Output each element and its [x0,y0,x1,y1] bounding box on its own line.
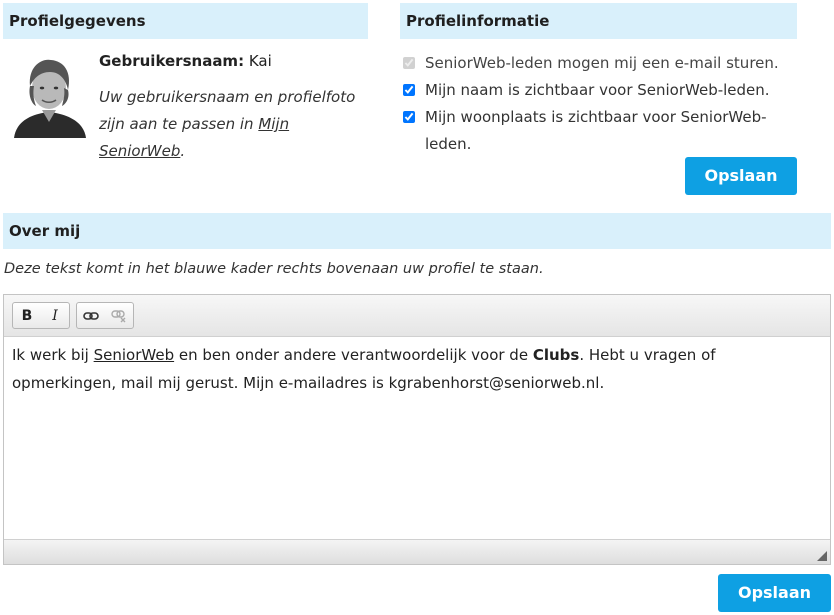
privacy-options: SeniorWeb-leden mogen mij een e-mail stu… [403,50,793,158]
hint-end: . [180,142,186,160]
save-button-profile-info[interactable]: Opslaan [685,157,797,195]
unlink-button[interactable] [105,303,133,328]
profile-section-header: Profielgegevens [3,3,368,39]
option-email-label: SeniorWeb-leden mogen mij een e-mail stu… [425,54,779,72]
username-hint: Uw gebruikersnaam en profielfoto zijn aa… [99,84,374,165]
save-button-about[interactable]: Opslaan [718,574,831,612]
about-text-area[interactable]: Ik werk bij SeniorWeb en ben onder ander… [4,337,830,539]
option-city-label: Mijn woonplaats is zichtbaar voor Senior… [425,108,767,153]
content-part2: en ben onder andere verantwoordelijk voo… [174,346,533,364]
link-icon [83,311,99,320]
name-visible-checkbox[interactable] [403,84,415,96]
content-part1: Ik werk bij [12,346,94,364]
username-line: Gebruikersnaam: Kai [99,52,272,70]
city-visible-checkbox[interactable] [403,111,415,123]
about-editor: B I Ik werk bij SeniorWeb en ben onder a… [3,294,831,565]
format-button-group: B I [12,302,70,329]
bold-button[interactable]: B [13,303,41,328]
unlink-icon [111,309,126,322]
link-button-group [76,302,134,329]
info-section-header: Profielinformatie [400,3,797,39]
username-value: Kai [248,52,272,70]
clubs-bold: Clubs [532,346,580,364]
about-section-header: Over mij [3,213,831,249]
italic-button[interactable]: I [41,303,69,328]
option-city-visible: Mijn woonplaats is zichtbaar voor Senior… [403,104,793,158]
editor-statusbar [4,539,830,564]
option-name-visible: Mijn naam is zichtbaar voor SeniorWeb-le… [403,77,793,104]
username-label: Gebruikersnaam: [99,52,245,70]
seniorweb-link[interactable]: SeniorWeb [94,346,174,364]
option-name-label: Mijn naam is zichtbaar voor SeniorWeb-le… [425,81,770,99]
resize-grip-icon[interactable] [817,551,827,561]
avatar [6,52,92,138]
option-email: SeniorWeb-leden mogen mij een e-mail stu… [403,50,793,77]
editor-toolbar: B I [4,295,830,337]
hint-text: Uw gebruikersnaam en profielfoto zijn aa… [99,88,356,133]
email-checkbox[interactable] [403,57,415,69]
link-button[interactable] [77,303,105,328]
about-intro-text: Deze tekst komt in het blauwe kader rech… [4,261,544,277]
